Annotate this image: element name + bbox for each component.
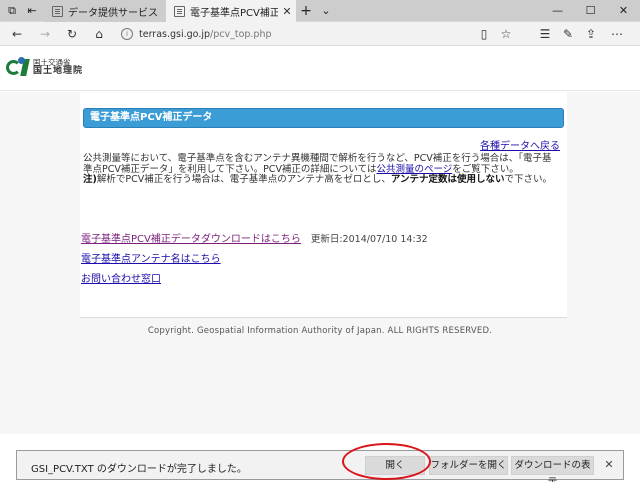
tab-list-chevron-icon[interactable]: ⌄ [318,3,334,19]
contact-link[interactable]: お問い合わせ窓口 [81,270,161,285]
gsi-logo[interactable]: 国土交通省 国土地理院 [6,57,83,77]
page-icon [174,5,185,17]
download-notification-bar: GSI_PCV.TXT のダウンロードが完了しました。 開く フォルダーを開く … [16,450,624,482]
description-paragraph: 公共測量等において、電子基準点を含むアンテナ異機種間で解析を行うなど、PCV補正… [83,153,559,186]
share-icon[interactable]: ⇪ [582,25,600,43]
tab-label: データ提供サービス [68,7,158,19]
list-item: お問い合わせ窓口 [81,270,428,290]
updated-date: 更新日:2014/07/10 14:32 [310,234,428,245]
back-to-data-link[interactable]: 各種データへ戻る [480,137,560,152]
antenna-names-link[interactable]: 電子基準点アンテナ名はこちら [81,250,221,265]
copyright-footer: Copyright. Geospatial Information Author… [147,326,493,336]
web-note-icon[interactable]: ✎ [559,25,577,43]
minimize-button[interactable]: — [541,0,574,22]
public-survey-link[interactable]: 公共測量のページ [376,164,452,175]
download-message: GSI_PCV.TXT のダウンロードが完了しました。 [31,464,247,475]
note-prefix: 注) [83,174,97,185]
url-domain: terras.gsi.go.jp [139,28,211,40]
view-downloads-button[interactable]: ダウンロードの表示 [511,456,594,482]
more-menu-icon[interactable]: ⋯ [608,25,626,43]
tab-data-service[interactable]: データ提供サービス [44,0,166,22]
navigation-bar: ← → ↻ ⌂ i terras.gsi.go.jp/pcv_top.php ▯… [0,22,640,46]
close-icon[interactable]: ✕ [601,457,617,473]
favorites-hub-icon[interactable]: ☰ [536,25,554,43]
back-arrow-icon[interactable]: ← [8,25,26,43]
web-page: 国土交通省 国土地理院 電子基準点PCV補正データ 各種データへ戻る 公共測量等… [0,47,640,434]
set-aside-tabs-icon[interactable]: ⧉ [4,3,20,19]
tab-strip: ⧉ ⇤ データ提供サービス 電子基準点PCV補正デー ✕ + ⌄ — ☐ ✕ [0,0,640,22]
site-header: 国土交通省 国土地理院 [0,47,640,91]
pcv-download-link[interactable]: 電子基準点PCV補正データダウンロードはこちら [81,230,301,245]
main-area: 電子基準点PCV補正データ 各種データへ戻る 公共測量等において、電子基準点を含… [0,92,640,434]
content-panel: 電子基準点PCV補正データ 各種データへ戻る 公共測量等において、電子基準点を含… [80,92,567,317]
gsi-logo-icon [6,57,30,77]
address-bar[interactable]: i terras.gsi.go.jp/pcv_top.php [121,24,521,44]
reading-view-icon[interactable]: ▯ [475,25,493,43]
note-text-end: で下さい。 [504,174,552,185]
maximize-button[interactable]: ☐ [574,0,607,22]
tab-preview-icon[interactable]: ⇤ [24,3,40,19]
link-list: 電子基準点PCV補正データダウンロードはこちら 更新日:2014/07/10 1… [81,230,428,290]
forward-arrow-icon[interactable]: → [36,25,54,43]
url-path: /pcv_top.php [210,28,272,40]
new-tab-button[interactable]: + [298,3,314,19]
close-window-button[interactable]: ✕ [607,0,640,22]
note-bold-text: アンテナ定数は使用しない [390,174,505,185]
refresh-icon[interactable]: ↻ [63,25,81,43]
footer-divider [80,317,567,318]
logo-text: 国土交通省 国土地理院 [33,58,83,76]
site-info-icon[interactable]: i [121,28,133,40]
open-button[interactable]: 開く [365,456,425,475]
list-item: 電子基準点PCV補正データダウンロードはこちら 更新日:2014/07/10 1… [81,230,428,250]
tab-label: 電子基準点PCV補正デー [190,7,278,19]
logo-agency: 国土地理院 [33,66,84,76]
description-text-end: をご覧下さい。 [452,163,519,175]
home-icon[interactable]: ⌂ [90,25,108,43]
note-text: 解析でPCV補正を行う場合は、電子基準点のアンテナ高をゼロとし、 [96,174,391,185]
url-text: terras.gsi.go.jp/pcv_top.php [139,29,272,40]
page-title: 電子基準点PCV補正データ [83,108,564,128]
open-folder-button[interactable]: フォルダーを開く [429,456,508,475]
list-item: 電子基準点アンテナ名はこちら [81,250,428,270]
favorite-star-icon[interactable]: ☆ [497,25,515,43]
tab-pcv-data[interactable]: 電子基準点PCV補正デー ✕ [166,0,296,22]
close-tab-icon[interactable]: ✕ [278,5,296,18]
page-icon [52,5,63,17]
